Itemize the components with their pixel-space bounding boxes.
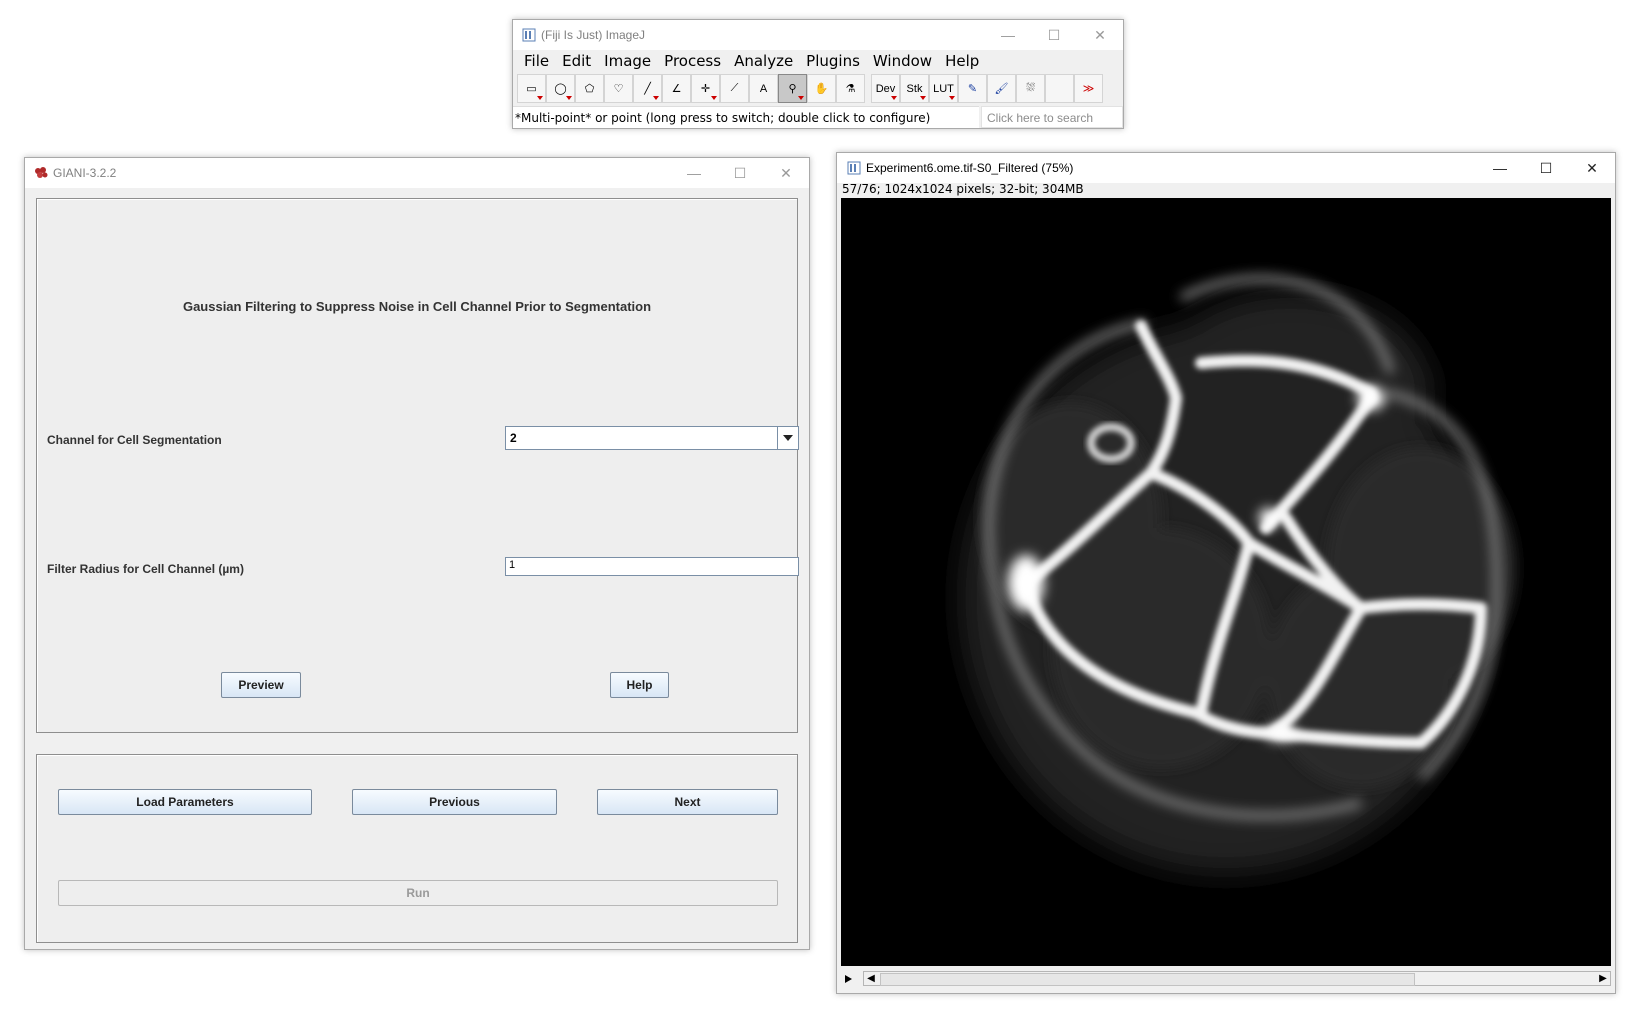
filter-settings-panel: Gaussian Filtering to Suppress Noise in … bbox=[36, 198, 799, 733]
giani-title: GIANI-3.2.2 bbox=[53, 166, 117, 180]
text-tool-glyph: A bbox=[759, 82, 768, 95]
oval-tool-glyph: ◯ bbox=[554, 83, 567, 95]
menu-analyze[interactable]: Analyze bbox=[727, 50, 799, 72]
minimize-icon[interactable]: — bbox=[671, 158, 717, 188]
radius-input[interactable]: 1 bbox=[505, 557, 799, 576]
menu-window[interactable]: Window bbox=[866, 50, 938, 72]
menu-plugins[interactable]: Plugins bbox=[799, 50, 866, 72]
panel-heading: Gaussian Filtering to Suppress Noise in … bbox=[182, 299, 652, 314]
imagej-toolbar: ▭ ◯ ⬠ ♡ ╱ ∠ ✛ ⟋ A ⚲ ✋ ⚗ Dev Stk LUT ✎ 🖌 ⛆ ≫ bbox=[517, 74, 1103, 104]
slice-scrollbar[interactable]: ◀ ▶ bbox=[841, 970, 1611, 988]
angle-tool-icon[interactable]: ∠ bbox=[662, 74, 691, 103]
freehand-tool-icon[interactable]: ♡ bbox=[604, 74, 633, 103]
freehand-tool-glyph: ♡ bbox=[613, 83, 624, 95]
magnifier-tool-glyph: ⚲ bbox=[788, 83, 797, 95]
cell-membrane-image bbox=[961, 275, 1516, 873]
radius-label: Filter Radius for Cell Channel (µm) bbox=[47, 562, 244, 576]
dropper-tool-glyph: ⚗ bbox=[845, 83, 856, 95]
dropper-tool-icon[interactable]: ⚗ bbox=[836, 74, 865, 103]
giani-app-icon bbox=[35, 167, 48, 178]
imagej-title: (Fiji Is Just) ImageJ bbox=[541, 28, 646, 42]
polygon-tool-icon[interactable]: ⬠ bbox=[575, 74, 604, 103]
flood-fill-tool-icon[interactable]: ⛆ bbox=[1016, 74, 1045, 103]
scroll-left-icon[interactable]: ◀ bbox=[864, 972, 878, 985]
maximize-icon[interactable]: ☐ bbox=[1031, 20, 1077, 50]
load-parameters-button[interactable]: Load Parameters bbox=[58, 789, 312, 815]
chevron-down-icon[interactable] bbox=[777, 427, 798, 449]
oval-tool-icon[interactable]: ◯ bbox=[546, 74, 575, 103]
giani-titlebar[interactable]: GIANI-3.2.2 — ☐ ✕ bbox=[25, 158, 809, 188]
imagej-window: (Fiji Is Just) ImageJ — ☐ ✕ File Edit Imag… bbox=[512, 19, 1124, 129]
lut-menu-icon[interactable]: LUT bbox=[929, 74, 958, 103]
rectangle-tool-icon[interactable]: ▭ bbox=[517, 74, 546, 103]
menu-help[interactable]: Help bbox=[938, 50, 985, 72]
more-tools-glyph: ≫ bbox=[1082, 83, 1095, 95]
stk-menu-glyph: Stk bbox=[906, 82, 923, 95]
wand-tool-glyph: ⟋ bbox=[730, 82, 739, 94]
stk-menu-icon[interactable]: Stk bbox=[900, 74, 929, 103]
channel-select[interactable]: 2 bbox=[505, 426, 799, 450]
angle-tool-glyph: ∠ bbox=[671, 83, 682, 95]
imagej-app-icon bbox=[847, 161, 861, 175]
run-button[interactable]: Run bbox=[58, 880, 778, 906]
line-tool-icon[interactable]: ╱ bbox=[633, 74, 662, 103]
image-window: Experiment6.ome.tif-S0_Filtered (75%) — … bbox=[836, 152, 1616, 994]
text-tool-icon[interactable]: A bbox=[749, 74, 778, 103]
search-input[interactable]: Click here to search bbox=[981, 106, 1123, 128]
minimize-icon[interactable]: — bbox=[1477, 153, 1523, 183]
help-button[interactable]: Help bbox=[610, 672, 669, 698]
channel-select-value: 2 bbox=[510, 431, 517, 445]
brush-tool-icon[interactable]: 🖌 bbox=[987, 74, 1016, 103]
magnifier-tool-icon[interactable]: ⚲ bbox=[778, 74, 807, 103]
slice-scrollbar-thumb[interactable] bbox=[880, 973, 1415, 986]
next-button[interactable]: Next bbox=[597, 789, 778, 815]
dev-menu-glyph: Dev bbox=[875, 82, 896, 95]
maximize-icon[interactable]: ☐ bbox=[1523, 153, 1569, 183]
close-icon[interactable]: ✕ bbox=[1077, 20, 1123, 50]
lut-menu-glyph: LUT bbox=[933, 82, 954, 95]
menu-edit[interactable]: Edit bbox=[555, 50, 597, 72]
close-icon[interactable]: ✕ bbox=[1569, 153, 1615, 183]
maximize-icon[interactable]: ☐ bbox=[717, 158, 763, 188]
minimize-icon[interactable]: — bbox=[985, 20, 1031, 50]
microscopy-image-canvas[interactable] bbox=[841, 198, 1611, 966]
image-info: 57/76; 1024x1024 pixels; 32-bit; 304MB bbox=[842, 182, 1084, 196]
channel-label: Channel for Cell Segmentation bbox=[47, 433, 222, 447]
line-tool-glyph: ╱ bbox=[644, 83, 651, 95]
more-tools-icon[interactable]: ≫ bbox=[1074, 74, 1103, 103]
pencil-tool-glyph: ✎ bbox=[967, 83, 978, 95]
menu-process[interactable]: Process bbox=[657, 50, 727, 72]
point-tool-glyph: ✛ bbox=[700, 83, 711, 95]
imagej-titlebar[interactable]: (Fiji Is Just) ImageJ — ☐ ✕ bbox=[513, 20, 1123, 50]
flood-fill-tool-glyph: ⛆ bbox=[1026, 82, 1035, 94]
imagej-menubar: File Edit Image Process Analyze Plugins Window… bbox=[517, 50, 985, 72]
brush-tool-glyph: 🖌 bbox=[994, 83, 1009, 95]
hand-tool-glyph: ✋ bbox=[814, 83, 829, 95]
pencil-tool-icon[interactable]: ✎ bbox=[958, 74, 987, 103]
image-window-titlebar[interactable]: Experiment6.ome.tif-S0_Filtered (75%) — … bbox=[837, 153, 1615, 183]
rectangle-tool-glyph: ▭ bbox=[526, 83, 537, 95]
scroll-right-icon[interactable]: ▶ bbox=[1596, 972, 1610, 985]
dev-menu-icon[interactable]: Dev bbox=[871, 74, 900, 103]
preview-button[interactable]: Preview bbox=[221, 672, 301, 698]
menu-file[interactable]: File bbox=[517, 50, 555, 72]
imagej-status-text: *Multi-point* or point (long press to sw… bbox=[513, 106, 979, 128]
menu-image[interactable]: Image bbox=[597, 50, 657, 72]
image-window-title: Experiment6.ome.tif-S0_Filtered (75%) bbox=[866, 161, 1074, 175]
navigation-panel: Load Parameters Previous Next Run bbox=[36, 754, 798, 943]
imagej-app-icon bbox=[522, 28, 536, 42]
point-tool-icon[interactable]: ✛ bbox=[691, 74, 720, 103]
empty-tool-slot-icon[interactable] bbox=[1045, 74, 1074, 103]
slice-scrollbar-track[interactable]: ◀ ▶ bbox=[863, 971, 1611, 986]
previous-button[interactable]: Previous bbox=[352, 789, 557, 815]
wand-tool-icon[interactable]: ⟋ bbox=[720, 74, 749, 103]
giani-window: GIANI-3.2.2 — ☐ ✕ Gaussian Filtering to … bbox=[24, 157, 810, 950]
close-icon[interactable]: ✕ bbox=[763, 158, 809, 188]
polygon-tool-glyph: ⬠ bbox=[584, 83, 595, 95]
play-animation-icon[interactable] bbox=[841, 972, 855, 986]
hand-tool-icon[interactable]: ✋ bbox=[807, 74, 836, 103]
